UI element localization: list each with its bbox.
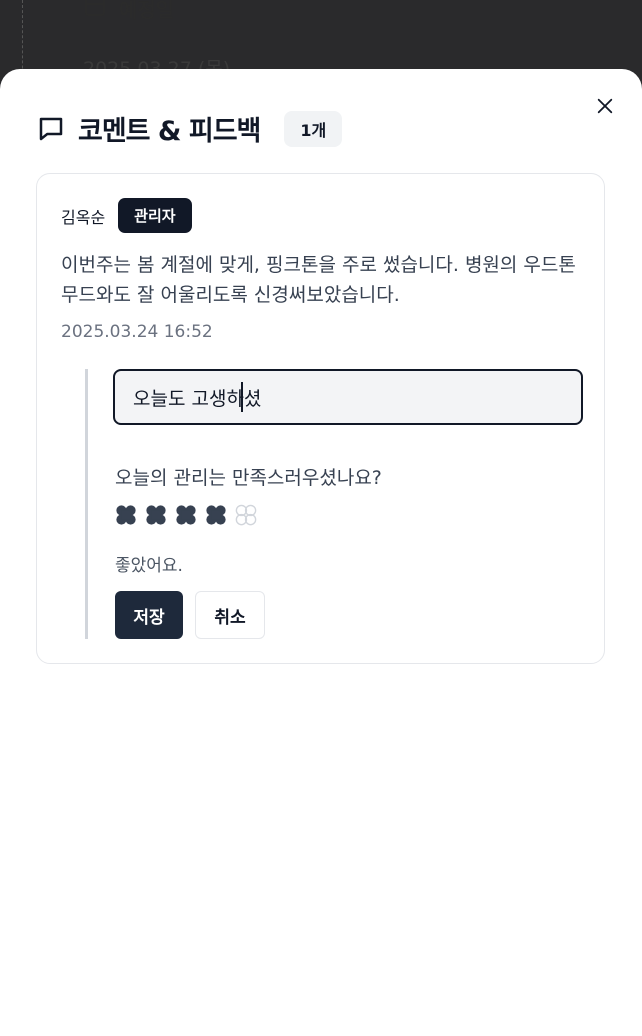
text-caret xyxy=(241,382,243,412)
rating-text: 좋았어요. xyxy=(115,556,183,576)
chat-bubble-icon xyxy=(36,114,66,144)
close-icon xyxy=(597,98,613,114)
calendar-icon xyxy=(83,0,107,23)
reply-input[interactable] xyxy=(113,369,583,425)
comment-card: 김옥순 관리자 이번주는 봄 계절에 맞게, 핑크톤을 주로 썼습니다. 병원의… xyxy=(36,173,605,664)
clover-icon[interactable] xyxy=(175,504,197,526)
reply-block: 오늘의 관리는 만족스러우셨나요? 좋았어요. 저장 취소 xyxy=(85,369,585,639)
clover-icon[interactable] xyxy=(115,504,137,526)
sheet-title: 코멘트 & 피드백 xyxy=(78,116,261,147)
clover-icon[interactable] xyxy=(145,504,167,526)
sheet-header: 코멘트 & 피드백 1개 xyxy=(36,109,343,148)
author-name: 김옥순 xyxy=(61,207,106,227)
comment-feedback-sheet: 코멘트 & 피드백 1개 김옥순 관리자 이번주는 봄 계절에 맞게, 핑크톤을… xyxy=(0,69,642,1036)
save-button[interactable]: 저장 xyxy=(115,591,183,639)
due-date-heading: 예정일 xyxy=(83,0,174,23)
cancel-button[interactable]: 취소 xyxy=(195,591,265,639)
clover-icon[interactable] xyxy=(235,504,257,526)
clover-icon[interactable] xyxy=(205,504,227,526)
due-date-label: 예정일 xyxy=(119,0,175,22)
role-badge: 관리자 xyxy=(118,198,192,233)
comment-body: 이번주는 봄 계절에 맞게, 핑크톤을 주로 썼습니다. 병원의 우드톤 무드와… xyxy=(61,254,576,306)
reply-actions: 저장 취소 xyxy=(115,591,265,639)
author-row: 김옥순 관리자 xyxy=(61,198,192,233)
comment-count-badge: 1개 xyxy=(284,110,343,147)
comment-timestamp: 2025.03.24 16:52 xyxy=(61,322,213,342)
rating-row xyxy=(115,504,257,526)
close-button[interactable] xyxy=(594,95,616,117)
rating-question: 오늘의 관리는 만족스러우셨나요? xyxy=(115,467,382,489)
